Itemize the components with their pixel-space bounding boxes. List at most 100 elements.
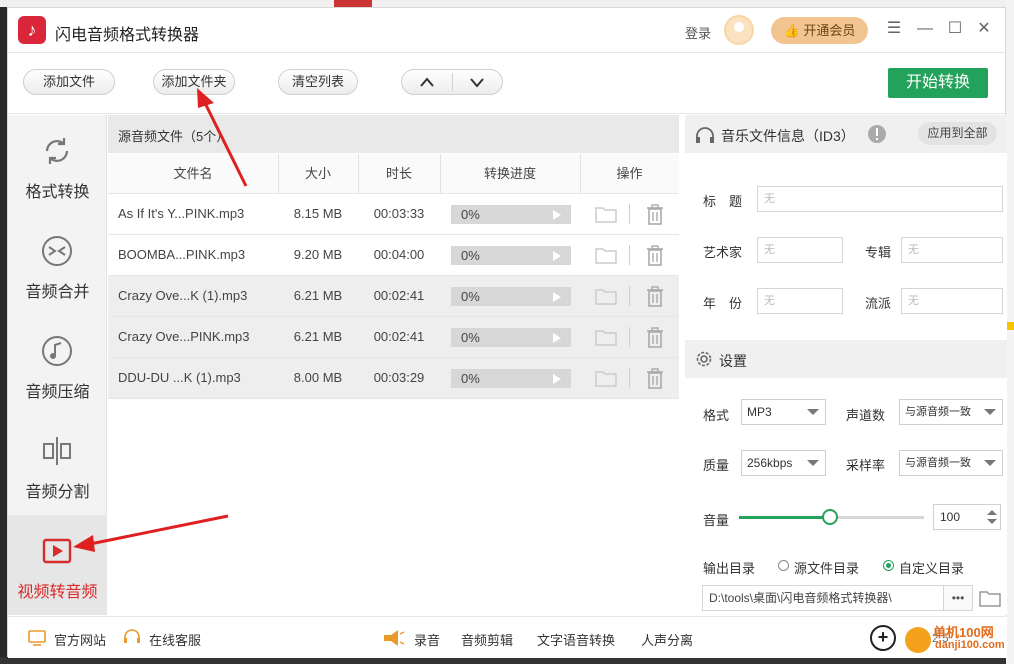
folder-icon[interactable] [595, 329, 617, 346]
toolbar: 添加文件 添加文件夹 清空列表 开始转换 [8, 54, 1007, 114]
folder-icon[interactable] [595, 288, 617, 305]
year-field[interactable]: 无 [757, 288, 843, 314]
album-field[interactable]: 无 [901, 237, 1003, 263]
output-path-field[interactable]: D:\tools\桌面\闪电音频格式转换器\ ••• [702, 585, 973, 611]
vip-label: 开通会员 [803, 23, 856, 38]
apply-all-button[interactable]: 应用到全部 [918, 122, 997, 145]
folder-icon[interactable] [595, 370, 617, 387]
column-header-name: 文件名 [173, 166, 213, 181]
tts-link[interactable]: 文字语音转换 [537, 630, 615, 649]
channels-select[interactable]: 与源音频一致 [899, 399, 1003, 425]
table-row[interactable]: DDU-DU ...K (1).mp3 8.00 MB 00:03:29 0% [108, 358, 679, 399]
column-header-duration: 时长 [385, 166, 412, 181]
dropdown-arrow-icon [807, 409, 819, 415]
menu-icon[interactable]: ☰ [884, 19, 904, 39]
sidebar-item-audio-merge[interactable]: 音频合并 [8, 215, 107, 315]
spin-down-icon[interactable] [987, 519, 997, 524]
settings-title: 设置 [719, 353, 747, 369]
volume-slider-handle[interactable] [821, 509, 838, 525]
trash-icon[interactable] [645, 327, 665, 348]
volume-slider-fill [739, 516, 830, 519]
custom-dir-label: 自定义目录 [899, 561, 965, 576]
file-duration: 00:04:00 [373, 247, 425, 262]
column-header-actions: 操作 [616, 166, 643, 181]
table-row[interactable]: Crazy Ove...K (1).mp3 6.21 MB 00:02:41 0% [108, 276, 679, 317]
channels-label: 声道数 [846, 408, 886, 423]
browse-button[interactable]: ••• [943, 586, 972, 610]
trash-icon[interactable] [645, 245, 665, 266]
samplerate-select[interactable]: 与源音频一致 [899, 450, 1003, 476]
file-list-title: 源音频文件（5个） [118, 129, 230, 144]
table-row[interactable]: As If It's Y...PINK.mp3 8.15 MB 00:03:33 0% [108, 194, 679, 235]
folder-icon[interactable] [595, 247, 617, 264]
sidebar-item-audio-compress[interactable]: 音频压缩 [8, 315, 107, 415]
watermark: 单机100网 danji100.com [901, 620, 1005, 656]
vocal-separation-link[interactable]: 人声分离 [641, 630, 693, 649]
genre-label: 流派 [865, 296, 892, 311]
website-link[interactable]: 官方网站 [54, 630, 106, 649]
vip-button[interactable]: 👍 开通会员 [771, 17, 868, 44]
title-bar: ♪ 闪电音频格式转换器 登录 👍 开通会员 ☰ — ☐ ✕ [8, 8, 1007, 53]
add-folder-button[interactable]: 添加文件夹 [153, 69, 235, 95]
info-icon[interactable] [867, 124, 887, 144]
plus-icon: + [870, 625, 896, 651]
avatar[interactable] [724, 15, 754, 45]
minimize-icon[interactable]: — [915, 19, 935, 39]
clear-list-button[interactable]: 清空列表 [278, 69, 358, 95]
play-icon[interactable] [553, 292, 561, 302]
radio-custom-dir[interactable] [883, 560, 894, 571]
progress-value: 0% [461, 289, 480, 304]
sidebar-item-format-convert[interactable]: 格式转换 [8, 115, 107, 215]
table-row[interactable]: Crazy Ove...PINK.mp3 6.21 MB 00:02:41 0% [108, 317, 679, 358]
progress-bar: 0% [451, 369, 571, 388]
sidebar: 格式转换 音频合并 音频压缩 音频分割 视频转音频 [8, 115, 107, 615]
volume-input[interactable]: 100 [933, 504, 1001, 530]
file-size: 6.21 MB [293, 329, 343, 344]
maximize-icon[interactable]: ☐ [945, 19, 965, 39]
play-icon[interactable] [553, 333, 561, 343]
id3-header: 音乐文件信息（ID3） 应用到全部 [685, 115, 1007, 153]
dropdown-arrow-icon [807, 460, 819, 466]
trash-icon[interactable] [645, 368, 665, 389]
title-field[interactable]: 无 [757, 186, 1003, 212]
sidebar-item-audio-split[interactable]: 音频分割 [8, 415, 107, 515]
play-icon[interactable] [553, 374, 561, 384]
sidebar-item-video-to-audio[interactable]: 视频转音频 [8, 515, 107, 615]
app-title: 闪电音频格式转换器 [55, 27, 200, 44]
headset-icon [124, 629, 140, 643]
gear-icon [696, 351, 712, 367]
spin-up-icon[interactable] [987, 510, 997, 515]
move-buttons [401, 69, 503, 95]
start-convert-button[interactable]: 开始转换 [888, 68, 988, 98]
volume-slider[interactable] [739, 509, 924, 525]
table-header: 文件名 大小 时长 转换进度 操作 [108, 154, 679, 194]
format-select[interactable]: MP3 [741, 399, 826, 425]
file-duration: 00:02:41 [373, 288, 425, 303]
audio-cut-link[interactable]: 音频剪辑 [461, 630, 513, 649]
add-file-button[interactable]: 添加文件 [23, 69, 115, 95]
record-link[interactable]: 录音 [414, 630, 440, 649]
online-service-link[interactable]: 在线客服 [149, 630, 201, 649]
album-label: 专辑 [865, 245, 892, 260]
artist-field[interactable]: 无 [757, 237, 843, 263]
quality-select[interactable]: 256kbps [741, 450, 826, 476]
trash-icon[interactable] [645, 204, 665, 225]
progress-value: 0% [461, 330, 480, 345]
right-panel: 音乐文件信息（ID3） 应用到全部 标 题 无 艺术家 无 专辑 无 年 份 无… [685, 115, 1007, 615]
play-icon[interactable] [553, 251, 561, 261]
play-icon[interactable] [553, 210, 561, 220]
format-label: 格式 [703, 408, 730, 423]
login-link[interactable]: 登录 [685, 23, 711, 42]
folder-icon[interactable] [595, 206, 617, 223]
column-header-size: 大小 [304, 166, 331, 181]
genre-field[interactable]: 无 [901, 288, 1003, 314]
progress-value: 0% [461, 371, 480, 386]
folder-icon[interactable] [979, 589, 1001, 607]
close-icon[interactable]: ✕ [974, 19, 994, 39]
radio-source-dir[interactable] [778, 560, 789, 571]
trash-icon[interactable] [645, 286, 665, 307]
chevron-up-icon[interactable] [419, 75, 435, 89]
chevron-down-icon[interactable] [469, 75, 485, 89]
monitor-icon [28, 630, 46, 646]
table-row[interactable]: BOOMBA...PINK.mp3 9.20 MB 00:04:00 0% [108, 235, 679, 276]
